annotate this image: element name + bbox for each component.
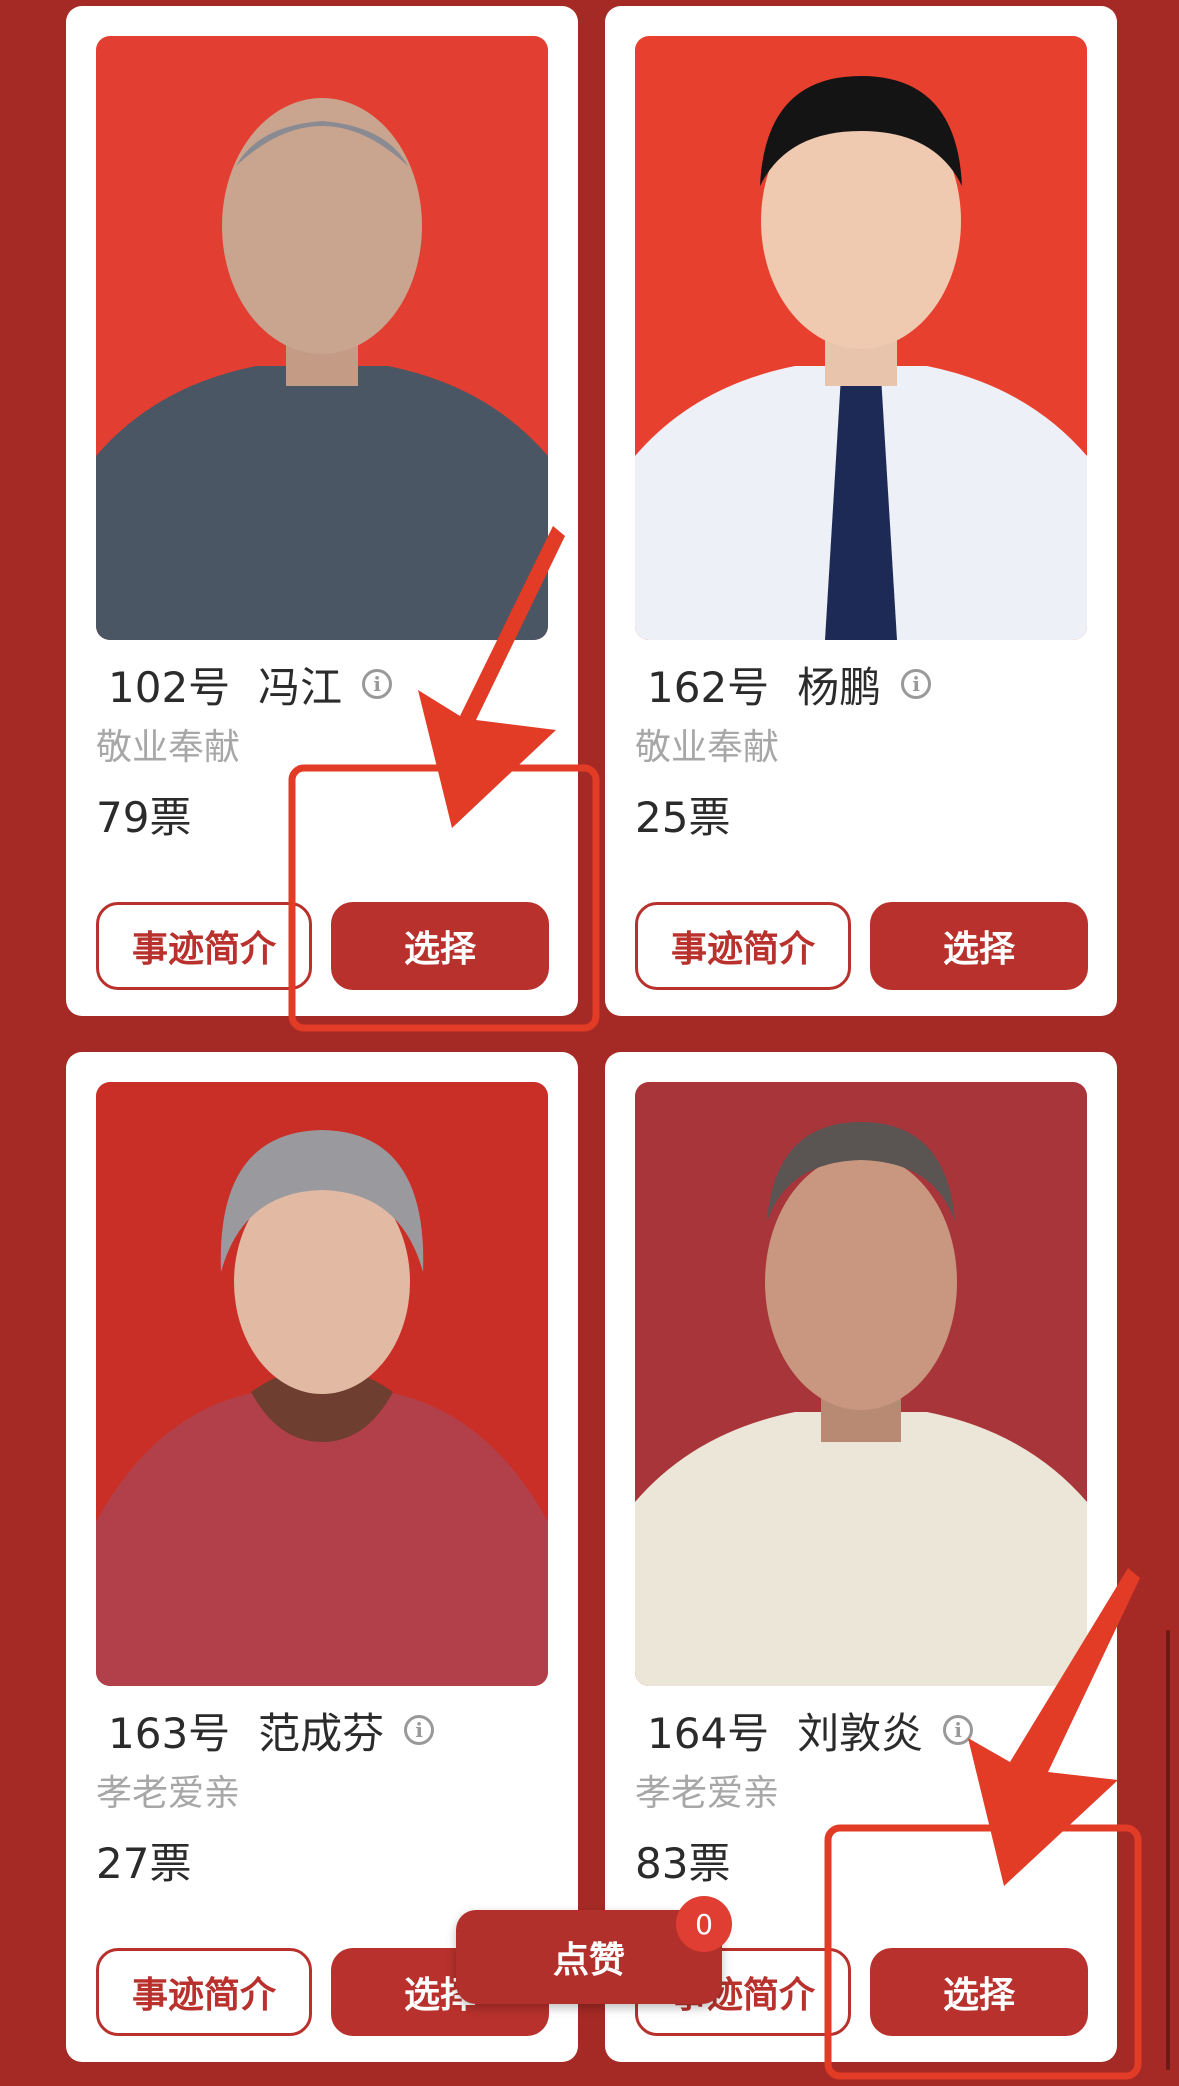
candidate-category: 敬业奉献 — [635, 727, 780, 768]
candidate-photo — [635, 36, 1087, 640]
vote-count: 27票 — [96, 1839, 192, 1888]
candidate-card-102: 102号 冯江 i 敬业奉献 79票 事迹简介 选择 — [66, 6, 578, 1016]
candidate-photo — [96, 36, 548, 640]
candidate-number: 163号 — [108, 1708, 231, 1758]
info-icon[interactable]: i — [943, 1715, 974, 1745]
candidate-name: 刘敦炎 — [797, 1708, 924, 1758]
candidate-photo — [96, 1082, 548, 1686]
candidate-photo — [635, 1082, 1087, 1686]
candidate-name: 冯江 — [258, 662, 343, 712]
candidate-number: 102号 — [108, 662, 231, 712]
info-icon[interactable]: i — [404, 1715, 435, 1745]
scrollbar[interactable] — [1166, 1630, 1170, 2070]
vote-count: 79票 — [96, 793, 192, 842]
candidate-number: 162号 — [647, 662, 770, 712]
candidate-number: 164号 — [647, 1708, 770, 1758]
candidate-name: 范成芬 — [258, 1708, 385, 1758]
vote-count: 25票 — [635, 793, 731, 842]
story-button[interactable]: 事迹简介 — [96, 902, 312, 990]
info-icon[interactable]: i — [362, 669, 393, 699]
story-button[interactable]: 事迹简介 — [96, 1948, 312, 2036]
candidate-name: 杨鹏 — [797, 662, 882, 712]
story-button[interactable]: 事迹简介 — [635, 902, 851, 990]
candidate-category: 孝老爱亲 — [96, 1773, 241, 1814]
candidate-title-row: 163号 范成芬 i — [108, 1702, 435, 1758]
select-button[interactable]: 选择 — [331, 902, 549, 990]
candidate-category: 敬业奉献 — [96, 727, 241, 768]
select-button[interactable]: 选择 — [870, 1948, 1088, 2036]
vote-count: 83票 — [635, 1839, 731, 1888]
candidate-title-row: 164号 刘敦炎 i — [647, 1702, 974, 1758]
candidate-category: 孝老爱亲 — [635, 1773, 780, 1814]
candidate-card-162: 162号 杨鹏 i 敬业奉献 25票 事迹简介 选择 — [605, 6, 1117, 1016]
candidate-title-row: 162号 杨鹏 i — [647, 656, 932, 712]
info-icon[interactable]: i — [901, 669, 932, 699]
select-button[interactable]: 选择 — [870, 902, 1088, 990]
candidate-title-row: 102号 冯江 i — [108, 656, 393, 712]
like-count-badge: 0 — [676, 1896, 732, 1952]
